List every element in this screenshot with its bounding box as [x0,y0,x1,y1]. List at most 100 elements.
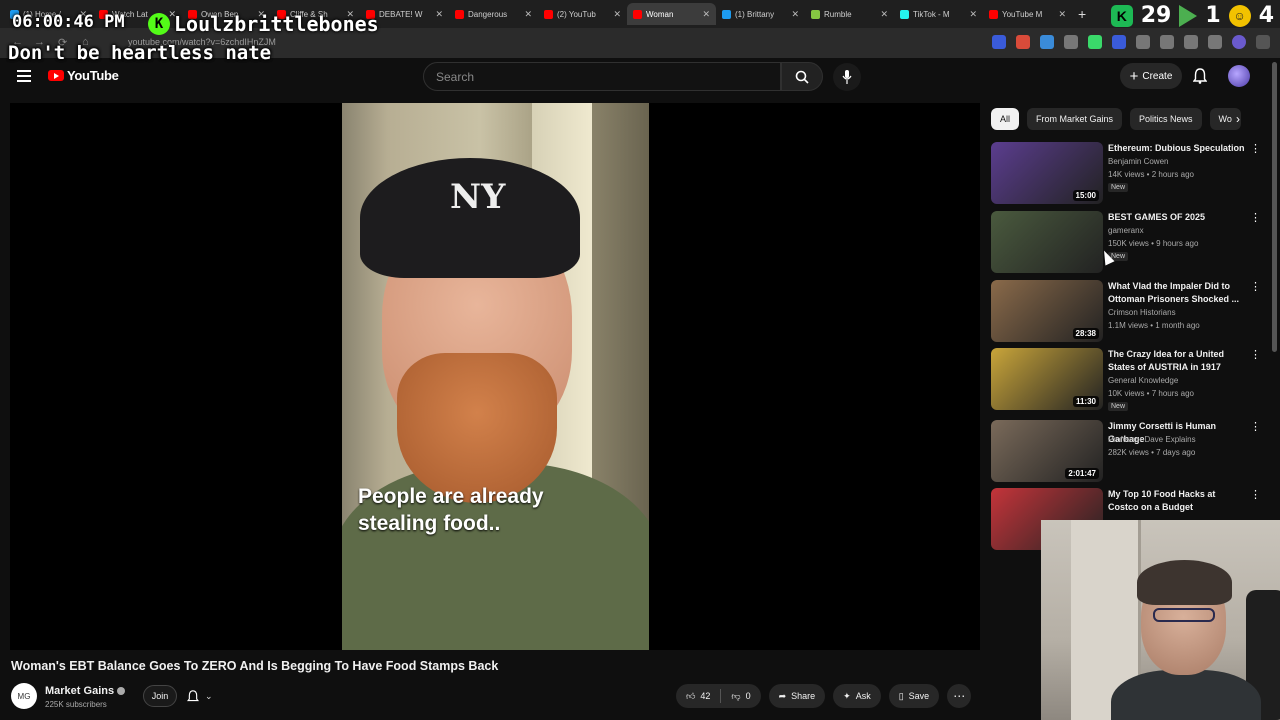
video-person-cap [360,158,580,278]
hamburger-menu-icon[interactable] [17,70,31,82]
recommendation-channel[interactable]: gameranx [1108,226,1144,235]
video-frame: NY People are already stealing food.. [342,103,649,650]
menu-icon[interactable] [1256,35,1270,49]
browser-tab[interactable]: Woman ✕ [627,3,716,25]
dislike-button[interactable]: 👎︎ 0 [721,684,760,708]
screen: (1) Home / ✕ Watch Lat ✕ Owen Ben ✕ Cliffe & S… [0,0,1280,720]
voice-search-button[interactable] [833,63,861,91]
browser-tab[interactable]: (2) YouTub ✕ [538,3,627,25]
more-actions-button[interactable]: ⋯ [947,684,972,708]
extension-icon[interactable] [1160,35,1174,49]
recommendation-item[interactable]: 2:01:47 Jimmy Corsetti is Human Garbage Pr… [991,420,1261,482]
video-player[interactable]: NY People are already stealing food.. [10,103,980,650]
recommendation-title[interactable]: BEST GAMES OF 2025 [1108,211,1248,224]
search-button[interactable] [781,62,823,91]
recommendation-thumbnail[interactable] [991,211,1103,273]
more-options-icon[interactable]: ⋮ [1250,213,1261,224]
recommendation-title[interactable]: The Crazy Idea for a United States of AU… [1108,348,1248,374]
tab-title: DEBATE! W [379,9,423,19]
browser-tab[interactable]: (1) Brittany ✕ [716,3,805,25]
extension-icon[interactable] [1136,35,1150,49]
extension-icon[interactable] [1088,35,1102,49]
recommendation-channel[interactable]: General Knowledge [1108,376,1178,385]
play-icon [1179,4,1198,27]
youtube-logo[interactable]: YouTube [48,68,119,83]
join-button[interactable]: Join [143,685,177,707]
extension-icon[interactable] [1016,35,1030,49]
recommendation-thumbnail[interactable]: 15:00 [991,142,1103,204]
recommendation-thumbnail[interactable]: 28:38 [991,280,1103,342]
browser-tab[interactable]: Rumble ✕ [805,3,894,25]
recommendation-meta: 1.1M views • 1 month ago [1108,321,1200,330]
browser-tab[interactable]: YouTube M ✕ [983,3,1072,25]
more-options-icon[interactable]: ⋮ [1250,422,1261,433]
recommendation-channel[interactable]: Professor Dave Explains [1108,435,1196,444]
extension-icon[interactable] [1112,35,1126,49]
recommendation-channel[interactable]: Crimson Historians [1108,308,1176,317]
channel-avatar[interactable]: MG [11,683,37,709]
filter-chip[interactable]: From Market Gains [1027,108,1123,130]
chevron-right-icon[interactable]: › [1236,112,1240,126]
extension-icon[interactable] [1184,35,1198,49]
recommendation-item[interactable]: BEST GAMES OF 2025 gameranx 150K views • 9… [991,211,1261,273]
more-options-icon[interactable]: ⋮ [1250,144,1261,155]
like-count: 42 [700,691,711,701]
tab-close-icon[interactable]: ✕ [880,9,888,20]
account-avatar[interactable] [1228,65,1250,87]
streamer-webcam [1041,520,1280,720]
browser-tab[interactable]: TikTok - M ✕ [894,3,983,25]
tab-close-icon[interactable]: ✕ [1058,9,1066,20]
tab-close-icon[interactable]: ✕ [969,9,977,20]
recommendation-title[interactable]: Ethereum: Dubious Speculation [1108,142,1248,155]
video-duration: 2:01:47 [1065,468,1099,479]
tab-close-icon[interactable]: ✕ [613,9,621,20]
channel-name[interactable]: Market Gains [45,685,114,697]
extension-icon[interactable] [1208,35,1222,49]
notifications-bell-icon[interactable] [1192,68,1208,89]
share-button[interactable]: ➦ Share [768,684,826,708]
extension-icon[interactable] [992,35,1006,49]
recommendation-item[interactable]: 15:00 Ethereum: Dubious Speculation Benjam… [991,142,1261,204]
more-options-icon[interactable]: ⋮ [1250,350,1261,361]
more-options-icon[interactable]: ⋮ [1250,282,1261,293]
search-input[interactable]: Search [423,62,781,91]
tab-close-icon[interactable]: ✕ [435,9,443,20]
recommendation-thumbnail[interactable]: 2:01:47 [991,420,1103,482]
recommendation-thumbnail[interactable]: 11:30 [991,348,1103,410]
sparkle-icon: ✦ [843,690,851,701]
recommendation-item[interactable]: 28:38 What Vlad the Impaler Did to Ottoma… [991,280,1261,342]
tab-close-icon[interactable]: ✕ [702,9,710,20]
recommendation-channel[interactable]: Benjamin Cowen [1108,157,1168,166]
youtube-logo-text: YouTube [67,68,119,83]
tab-close-icon[interactable]: ✕ [791,9,799,20]
subscription-bell-button[interactable]: ⌄ [187,685,231,707]
overlay-number: 29 [1140,3,1172,28]
kick-icon: K [148,13,170,35]
new-tab-button[interactable]: + [1078,6,1086,22]
save-button[interactable]: ▯ Save [888,684,940,708]
tab-title: Rumble [824,9,852,19]
search-placeholder: Search [436,69,475,84]
save-label: Save [908,691,930,701]
plus-icon: + [1129,67,1139,85]
filter-chip[interactable]: All [991,108,1020,130]
browser-tab[interactable]: Dangerous ✕ [449,3,538,25]
filter-chip[interactable]: Politics News [1130,108,1202,130]
tab-close-icon[interactable]: ✕ [524,9,532,20]
recommendation-title[interactable]: What Vlad the Impaler Did to Ottoman Pri… [1108,280,1248,306]
stream-chat-message: Don't be heartless nate [8,42,272,64]
page-scrollbar[interactable] [1272,62,1277,352]
video-actions: 👍︎ 42 👎︎ 0 ➦ Share ✦ Ask ▯ Save ⋯ [676,684,972,708]
ask-button[interactable]: ✦ Ask [833,684,881,708]
recommendation-item[interactable]: 11:30 The Crazy Idea for a United States … [991,348,1261,411]
like-button[interactable]: 👍︎ 42 [676,684,720,708]
profile-icon[interactable] [1232,35,1246,49]
extension-icon[interactable] [1064,35,1078,49]
channel-name-container[interactable]: Market Gains [45,685,126,697]
tab-title: TikTok - M [913,9,950,19]
extension-icon[interactable] [1040,35,1054,49]
more-options-icon[interactable]: ⋮ [1250,490,1261,501]
recommendation-title[interactable]: My Top 10 Food Hacks at Costco on a Budg… [1108,488,1248,514]
create-button[interactable]: + Create [1120,63,1182,89]
ask-label: Ask [855,691,871,701]
